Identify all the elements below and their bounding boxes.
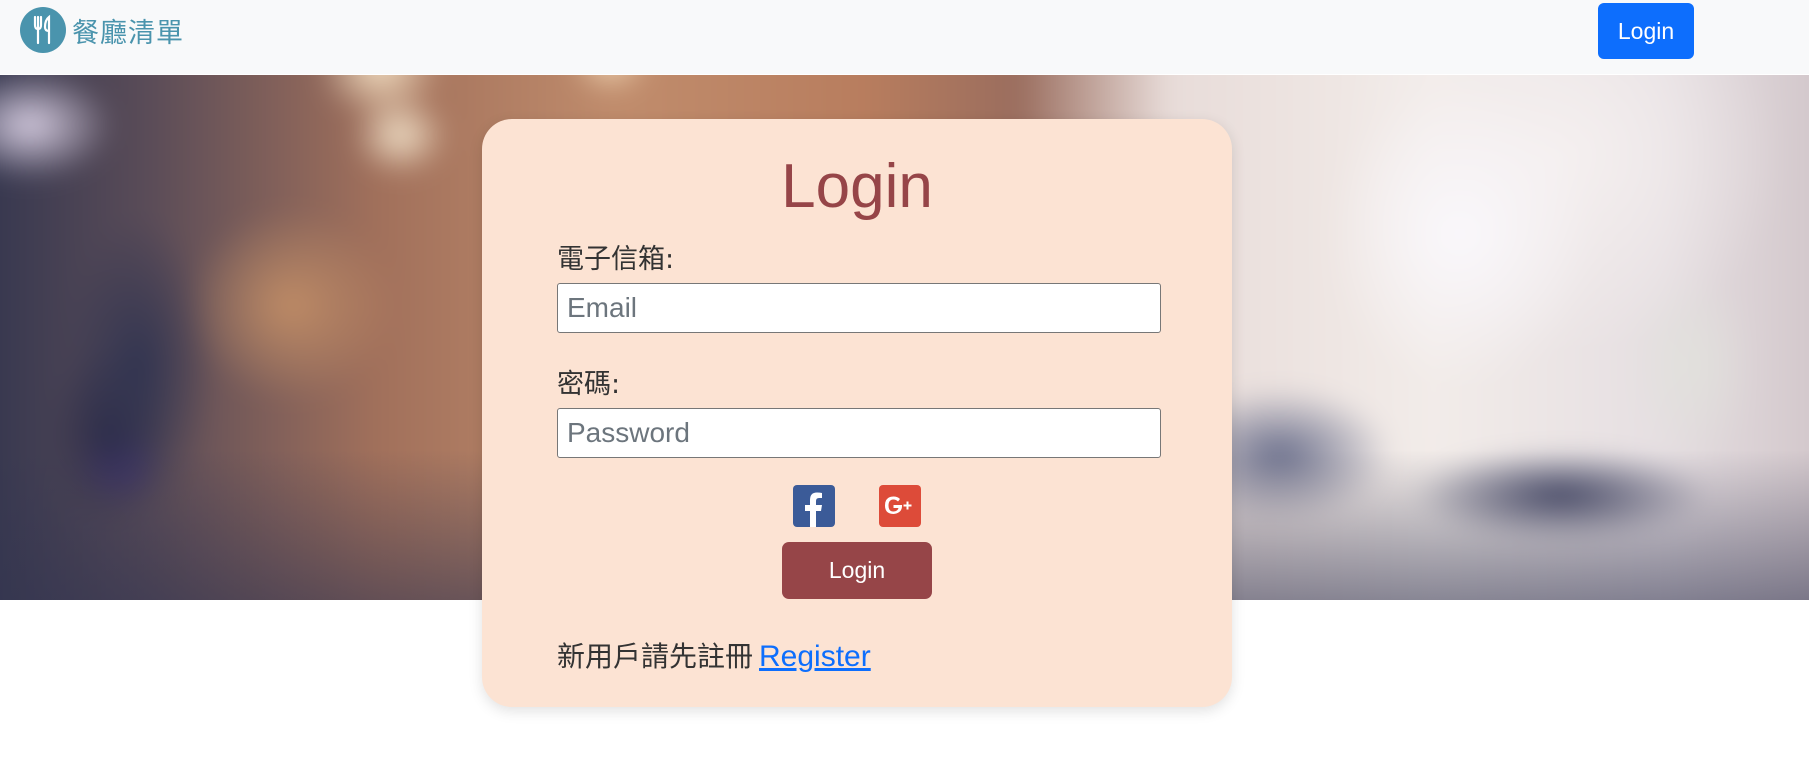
navbar-login-button[interactable]: Login	[1598, 3, 1694, 59]
register-prompt: 新用戶請先註冊	[557, 640, 754, 673]
password-input[interactable]	[557, 408, 1161, 458]
login-submit-button[interactable]: Login	[782, 542, 932, 599]
email-input[interactable]	[557, 283, 1161, 333]
facebook-icon	[805, 492, 822, 527]
password-label: 密碼:	[557, 369, 621, 400]
login-title: Login	[781, 152, 933, 221]
navbar: 餐廳清單 Login	[0, 0, 1809, 74]
google-plus-icon	[885, 496, 912, 514]
google-login-button[interactable]	[879, 485, 921, 527]
fork-knife-icon	[20, 7, 66, 53]
brand-link[interactable]: 餐廳清單	[20, 6, 184, 54]
facebook-login-button[interactable]	[793, 485, 835, 527]
brand-name: 餐廳清單	[72, 17, 184, 49]
login-card: Login 電子信箱: 密碼: Login 新用戶請先註冊Register	[482, 119, 1232, 707]
register-line: 新用戶請先註冊 Register	[557, 635, 871, 675]
email-label: 電子信箱:	[557, 244, 675, 275]
register-link[interactable]: Register	[759, 640, 871, 673]
